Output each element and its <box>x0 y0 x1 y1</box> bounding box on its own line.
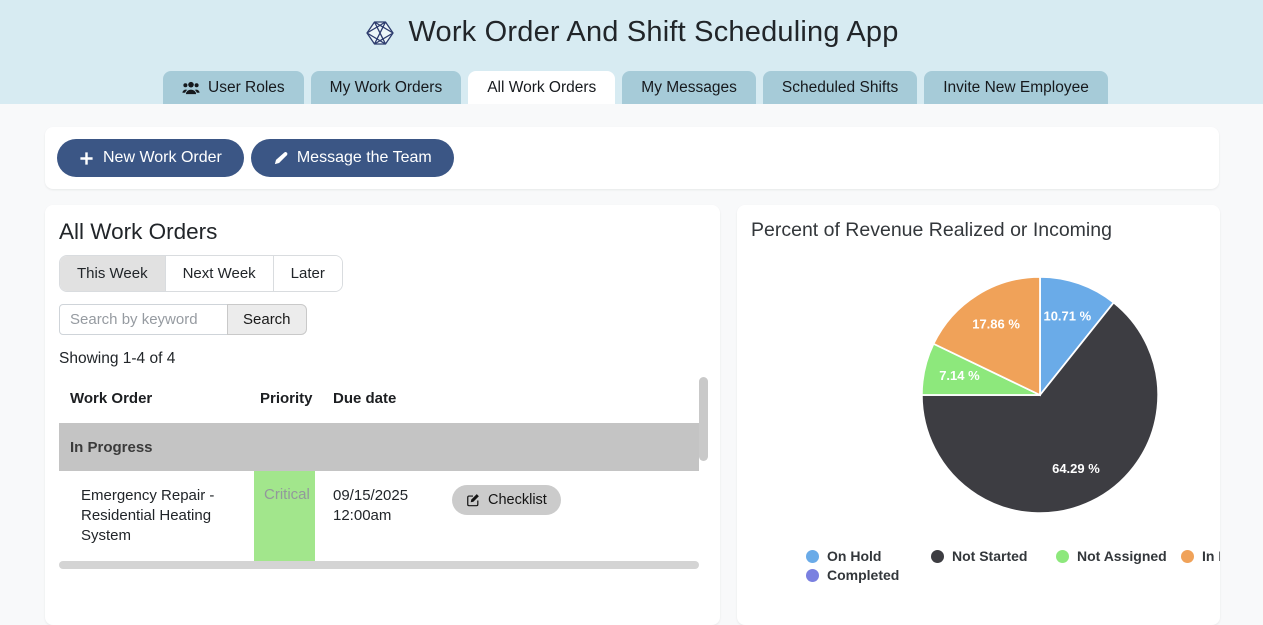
search-input[interactable] <box>59 304 228 335</box>
work-order-title: Emergency Repair - Residential Heating S… <box>59 471 254 561</box>
pie-slice-label: 10.71 % <box>1043 308 1091 323</box>
legend-dot <box>1056 550 1069 563</box>
legend-dot <box>931 550 944 563</box>
legend-dot <box>1181 550 1194 563</box>
tab-label: My Work Orders <box>330 71 443 104</box>
tab-label: User Roles <box>208 71 285 104</box>
pie-chart-container: 10.71 % 64.29 % 7.14 % 17.86 % <box>910 265 1170 525</box>
gem-icon <box>364 17 396 49</box>
title-row: Work Order And Shift Scheduling App <box>0 0 1263 49</box>
chart-legend: On Hold Not Started Not Assigned In Prog… <box>806 548 1220 583</box>
table-header: Work Order Priority Due date <box>59 384 699 423</box>
work-orders-panel: All Work Orders This Week Next Week Late… <box>45 205 720 625</box>
tab-my-work-orders[interactable]: My Work Orders <box>311 71 462 104</box>
horizontal-scrollbar[interactable] <box>59 561 699 569</box>
tab-user-roles[interactable]: User Roles <box>163 71 304 104</box>
vertical-scrollbar-thumb[interactable] <box>699 377 708 461</box>
priority-badge: Critical <box>254 471 315 561</box>
tab-label: Invite New Employee <box>943 71 1089 104</box>
pie-chart: 10.71 % 64.29 % 7.14 % 17.86 % <box>910 265 1170 525</box>
legend-item-not-started[interactable]: Not Started <box>931 548 1056 564</box>
work-order-row[interactable]: Emergency Repair - Residential Heating S… <box>59 471 699 561</box>
column-priority: Priority <box>254 390 315 407</box>
group-row-in-progress: In Progress <box>59 423 699 471</box>
week-filter-group: This Week Next Week Later <box>59 255 343 292</box>
tab-label: My Messages <box>641 71 737 104</box>
legend-item-in-progress[interactable]: In Progress <box>1181 548 1220 564</box>
pencil-icon <box>273 151 288 166</box>
work-orders-table: Work Order Priority Due date In Progress… <box>59 384 699 569</box>
button-label: Checklist <box>488 492 547 508</box>
page-title: Work Order And Shift Scheduling App <box>408 16 898 49</box>
app-header: Work Order And Shift Scheduling App User… <box>0 0 1263 104</box>
filter-this-week[interactable]: This Week <box>60 256 165 291</box>
new-work-order-button[interactable]: New Work Order <box>57 139 244 177</box>
panel-title: All Work Orders <box>59 219 708 245</box>
pie-slice-label: 17.86 % <box>972 316 1020 331</box>
filter-next-week[interactable]: Next Week <box>165 256 273 291</box>
tab-scheduled-shifts[interactable]: Scheduled Shifts <box>763 71 917 104</box>
button-label: Message the Team <box>297 149 432 167</box>
results-count: Showing 1-4 of 4 <box>59 350 708 368</box>
filter-later[interactable]: Later <box>273 256 342 291</box>
legend-dot <box>806 569 819 582</box>
main-tabs: User Roles My Work Orders All Work Order… <box>163 71 1108 104</box>
button-label: New Work Order <box>103 149 222 167</box>
tab-all-work-orders[interactable]: All Work Orders <box>468 71 615 104</box>
column-due-date: Due date <box>315 390 452 407</box>
tab-label: All Work Orders <box>487 71 596 104</box>
revenue-chart-panel: Percent of Revenue Realized or Incoming … <box>737 205 1220 625</box>
search-row: Search <box>59 304 708 335</box>
legend-item-on-hold[interactable]: On Hold <box>806 548 931 564</box>
chart-title: Percent of Revenue Realized or Incoming <box>751 219 1206 242</box>
due-date: 09/15/2025 12:00am <box>315 471 452 561</box>
tab-my-messages[interactable]: My Messages <box>622 71 756 104</box>
legend-item-completed[interactable]: Completed <box>806 567 931 583</box>
pie-slice-label: 7.14 % <box>939 368 980 383</box>
group-label: In Progress <box>59 439 153 456</box>
users-icon <box>182 81 200 95</box>
checklist-button[interactable]: Checklist <box>452 485 561 515</box>
tab-invite-new-employee[interactable]: Invite New Employee <box>924 71 1108 104</box>
message-team-button[interactable]: Message the Team <box>251 139 454 177</box>
legend-item-not-assigned[interactable]: Not Assigned <box>1056 548 1181 564</box>
tab-label: Scheduled Shifts <box>782 71 898 104</box>
plus-icon <box>79 151 94 166</box>
search-button[interactable]: Search <box>227 304 307 335</box>
legend-dot <box>806 550 819 563</box>
edit-square-icon <box>466 493 480 507</box>
toolbar: New Work Order Message the Team <box>45 127 1219 189</box>
column-work-order: Work Order <box>59 390 254 407</box>
pie-slice-label: 64.29 % <box>1052 461 1100 476</box>
